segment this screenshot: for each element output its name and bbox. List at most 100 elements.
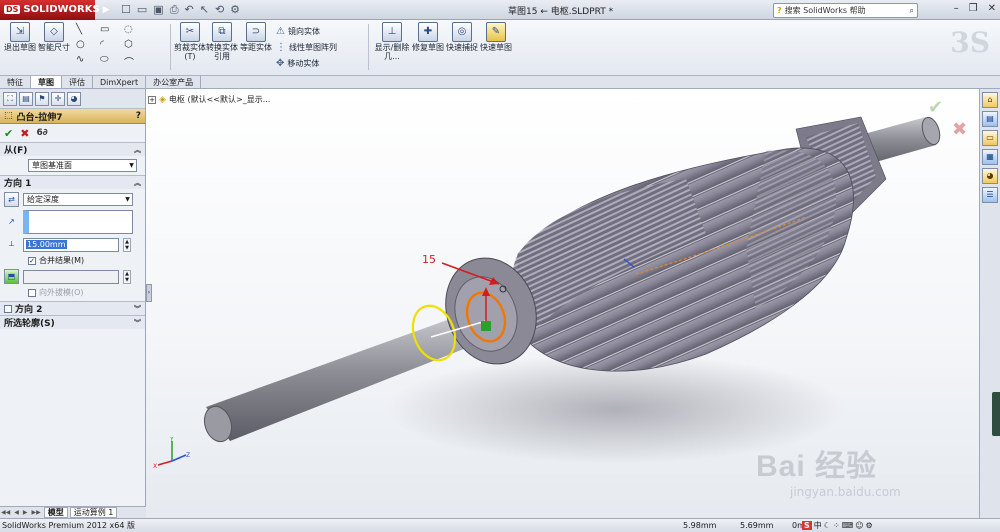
spline-icon[interactable]: ∿ (76, 54, 100, 69)
rapid-sketch-button[interactable]: ✎ 快速草图 (480, 22, 512, 52)
brand-name: SOLIDWORKS (23, 4, 100, 15)
tab-model[interactable]: 模型 (43, 507, 68, 518)
armature-core[interactable] (511, 147, 854, 372)
panel-collapse-handle[interactable]: › (146, 284, 152, 302)
print-icon[interactable]: ⎙ (170, 3, 179, 17)
dimension-label[interactable]: 15 (422, 253, 436, 266)
next-tab-icon[interactable]: ▶ (22, 509, 29, 516)
reverse-direction-icon[interactable]: ⇄ (4, 192, 19, 207)
exit-sketch-button[interactable]: ⇲ 退出草图 (4, 22, 36, 52)
fillet-icon[interactable]: ⌒ (124, 54, 148, 69)
draft-spinner[interactable]: ▲ ▼ (123, 269, 131, 284)
tab-motion-study[interactable]: 运动算例 1 (69, 507, 118, 518)
trim-entities-button[interactable]: ✂ 剪裁实体(T) (174, 22, 206, 61)
draft-outward-checkbox[interactable]: 向外拔模(O) (28, 287, 145, 298)
confirm-ok-icon[interactable]: ✔ (928, 97, 943, 118)
select-icon[interactable]: ↖ (200, 3, 209, 17)
ime-moon-icon[interactable]: ☾ (824, 521, 831, 530)
from-group-header[interactable]: 从(F) ︽ (0, 143, 145, 156)
configuration-manager-icon[interactable]: ⚑ (35, 92, 49, 106)
minimize-icon[interactable]: – (954, 3, 959, 14)
chevron-down-icon[interactable]: ︾ (134, 318, 141, 328)
property-manager-icon[interactable]: ▤ (19, 92, 33, 106)
file-explorer-icon[interactable]: ▭ (982, 130, 998, 146)
display-delete-relations-button[interactable]: ⊥ 显示/删除几... (374, 22, 410, 61)
polygon-icon[interactable]: ⬡ (124, 39, 148, 50)
open-file-icon[interactable]: ▭ (137, 3, 147, 17)
offset-entities-button[interactable]: ⊃ 等距实体 (240, 22, 272, 52)
rebuild-icon[interactable]: ⟲ (215, 3, 224, 17)
depth-icon: ⟂ (8, 239, 15, 248)
close-icon[interactable]: ✕ (988, 3, 996, 14)
task-pane-handle[interactable] (992, 392, 1000, 436)
ime-settings-icon[interactable]: ⚙ (866, 521, 873, 530)
move-entities-button[interactable]: ✥ 移动实体 (276, 58, 319, 69)
smart-dimension-button[interactable]: ◇ 智能尺寸 (38, 22, 70, 52)
direction-selection-box[interactable] (23, 210, 133, 234)
tab-office-products[interactable]: 办公室产品 (146, 76, 202, 88)
ime-user-icon[interactable]: ☺ (855, 521, 863, 530)
tab-dimxpert[interactable]: DimXpert (93, 76, 147, 88)
tab-features[interactable]: 特征 (0, 76, 31, 88)
dimxpert-manager-icon[interactable]: ✛ (51, 92, 65, 106)
help-search-box[interactable]: ? 搜索 SolidWorks 帮助 ⌕ (773, 3, 918, 18)
new-file-icon[interactable]: ☐ (121, 3, 131, 17)
ime-language[interactable]: 中 (814, 520, 822, 531)
ellipse-icon[interactable]: ⬭ (100, 54, 124, 69)
line-icon[interactable]: ╲ (76, 24, 100, 35)
sogou-ime-icon[interactable]: S (802, 521, 812, 530)
draft-angle-input[interactable] (23, 269, 119, 284)
display-manager-icon[interactable]: ◕ (67, 92, 81, 106)
draft-icon[interactable]: ⬒ (4, 269, 19, 284)
convert-entities-button[interactable]: ⧉ 转换实体引用 (206, 22, 238, 61)
prev-tab-icon[interactable]: ◀ (13, 509, 20, 516)
custom-properties-icon[interactable]: ☰ (982, 187, 998, 203)
confirm-cancel-icon[interactable]: ✖ (952, 119, 967, 140)
quick-snaps-button[interactable]: ◎ 快速捕捉 (446, 22, 478, 52)
from-select[interactable]: 草图基准面 ▼ (28, 159, 137, 172)
chevron-up-icon[interactable]: ︽ (134, 145, 141, 155)
depth-input[interactable]: 15.00mm (23, 237, 119, 252)
circle-icon[interactable]: ○ (76, 39, 100, 50)
merge-result-checkbox[interactable]: ✓ 合并结果(M) (28, 255, 145, 266)
tab-sketch[interactable]: 草图 (31, 76, 62, 88)
first-tab-icon[interactable]: ◀◀ (0, 509, 11, 516)
ime-keyboard-icon[interactable]: ⌨ (842, 521, 854, 530)
help-search-input[interactable]: 搜索 SolidWorks 帮助 (785, 5, 866, 16)
checkbox-checked-icon: ✓ (28, 256, 36, 265)
direction1-group-header[interactable]: 方向 1 ︽ (0, 176, 145, 189)
undo-icon[interactable]: ↶ (185, 3, 194, 17)
restore-icon[interactable]: ❐ (969, 3, 978, 14)
resources-icon[interactable]: ⌂ (982, 92, 998, 108)
design-library-icon[interactable]: ▤ (982, 111, 998, 127)
chevron-up-icon[interactable]: ︽ (134, 178, 141, 188)
direction2-group-header[interactable]: 方向 2 ︾ (0, 302, 145, 315)
feature-manager-icon[interactable]: ⛶ (3, 92, 17, 106)
depth-spinner[interactable]: ▲ ▼ (123, 237, 131, 252)
repair-sketch-button[interactable]: ✚ 修复草图 (412, 22, 444, 52)
save-icon[interactable]: ▣ (153, 3, 163, 17)
tab-evaluate[interactable]: 评估 (62, 76, 93, 88)
menu-arrow-icon: ▶ (102, 4, 110, 15)
preview-glasses-icon[interactable]: 6∂ (36, 128, 47, 138)
ok-icon[interactable]: ✔ (4, 127, 13, 140)
slot-icon[interactable]: ◌ (124, 24, 148, 35)
search-icon[interactable]: ⌕ (910, 6, 914, 16)
mirror-entities-button[interactable]: ⚠ 镜向实体 (276, 26, 320, 37)
ime-punctuation-icon[interactable]: ⁘ (833, 521, 840, 530)
arc-icon[interactable]: ◜ (100, 39, 124, 50)
end-condition-select[interactable]: 给定深度 ▼ (23, 193, 133, 206)
view-palette-icon[interactable]: ▦ (982, 149, 998, 165)
chevron-down-icon[interactable]: ︾ (134, 304, 141, 314)
linear-pattern-button[interactable]: ⋮ 线性草图阵列 (276, 42, 337, 53)
appearances-icon[interactable]: ◕ (982, 168, 998, 184)
options-icon[interactable]: ⚙ (230, 3, 240, 17)
direction2-checkbox[interactable] (4, 304, 12, 313)
help-button[interactable]: ? (136, 111, 141, 121)
rectangle-icon[interactable]: ▭ (100, 24, 124, 35)
solidworks-menu-button[interactable]: DS SOLIDWORKS ▶ (0, 0, 110, 20)
last-tab-icon[interactable]: ▶▶ (30, 509, 41, 516)
graphics-area[interactable]: ⌕ ⌖ ◐ ◧ ⬡ ◨ ◉ ● ◍ ▦ + ◈ 电枢 (默认<<默认>_显示..… (146, 89, 979, 518)
cancel-icon[interactable]: ✖ (20, 127, 29, 140)
selected-contours-header[interactable]: 所选轮廓(S) ︾ (0, 316, 145, 329)
